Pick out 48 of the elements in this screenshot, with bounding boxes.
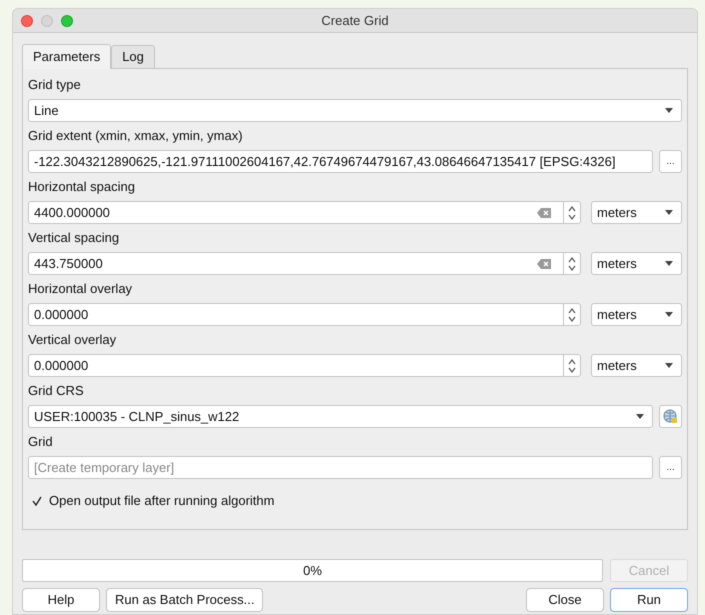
field-label: Vertical spacing (28, 229, 120, 246)
field-label: Grid type (28, 76, 82, 93)
output-field[interactable]: [Create temporary layer] (28, 456, 653, 479)
close-window-icon[interactable] (21, 14, 33, 26)
spinner-arrows-icon[interactable] (568, 308, 576, 322)
spinner-arrows-icon[interactable] (568, 206, 576, 220)
clear-icon[interactable] (537, 208, 551, 218)
spin-field[interactable]: 0.000000 (28, 354, 581, 377)
globe-icon (663, 409, 678, 424)
spin-field[interactable]: 443.750000 (28, 252, 581, 275)
unit-dropdown[interactable]: meters (591, 252, 682, 275)
field-label: Grid CRS (28, 382, 85, 399)
dropdown-caret-icon (665, 108, 673, 113)
extent-field[interactable]: -122.3043212890625,-121.97111002604167,42.76749674479167,43.08646647135417 [EPSG:4326] (28, 150, 653, 173)
dropdown-caret-icon (636, 414, 644, 419)
crs-dropdown[interactable]: USER:100035 - CLNP_sinus_w122 (28, 405, 653, 428)
grid-type-dropdown[interactable]: Line (28, 99, 682, 122)
field-label: Vertical overlay (28, 331, 118, 348)
field-label: Grid (28, 433, 54, 450)
checkbox[interactable] (30, 494, 43, 508)
spin-field[interactable]: 4400.000000 (28, 201, 581, 224)
dialog-button[interactable]: Run as Batch Process... (106, 588, 264, 612)
dropdown-caret-icon (665, 261, 673, 266)
field-label: Horizontal spacing (28, 178, 136, 195)
spinner-arrows-icon[interactable] (568, 256, 576, 270)
dialog-button[interactable]: Close (526, 588, 604, 612)
dropdown-caret-icon (665, 210, 673, 215)
window-title: Create Grid (320, 12, 390, 30)
dropdown-caret-icon (665, 312, 673, 317)
unit-dropdown[interactable]: meters (591, 201, 682, 224)
checkbox-label: Open output file after running algorithm (49, 492, 274, 510)
field-label: Grid extent (xmin, xmax, ymin, ymax) (28, 127, 244, 144)
zoom-window-icon[interactable] (61, 14, 73, 26)
dropdown-caret-icon (665, 363, 673, 368)
dialog-button[interactable]: Run (610, 588, 688, 612)
dialog-button[interactable]: Help (22, 588, 100, 612)
spin-field[interactable]: 0.000000 (28, 303, 581, 326)
field-label: Horizontal overlay (28, 280, 134, 297)
tab[interactable]: Parameters (22, 44, 112, 69)
tab[interactable]: Log (111, 45, 155, 68)
clear-icon[interactable] (537, 258, 551, 268)
extent-browse-button[interactable]: ... (659, 150, 682, 173)
spinner-arrows-icon[interactable] (568, 358, 576, 372)
crs-select-button[interactable] (659, 405, 682, 428)
output-browse-button[interactable]: ... (659, 456, 682, 479)
unit-dropdown[interactable]: meters (591, 303, 682, 326)
progress-text: 0% (303, 562, 322, 580)
unit-dropdown[interactable]: meters (591, 354, 682, 377)
